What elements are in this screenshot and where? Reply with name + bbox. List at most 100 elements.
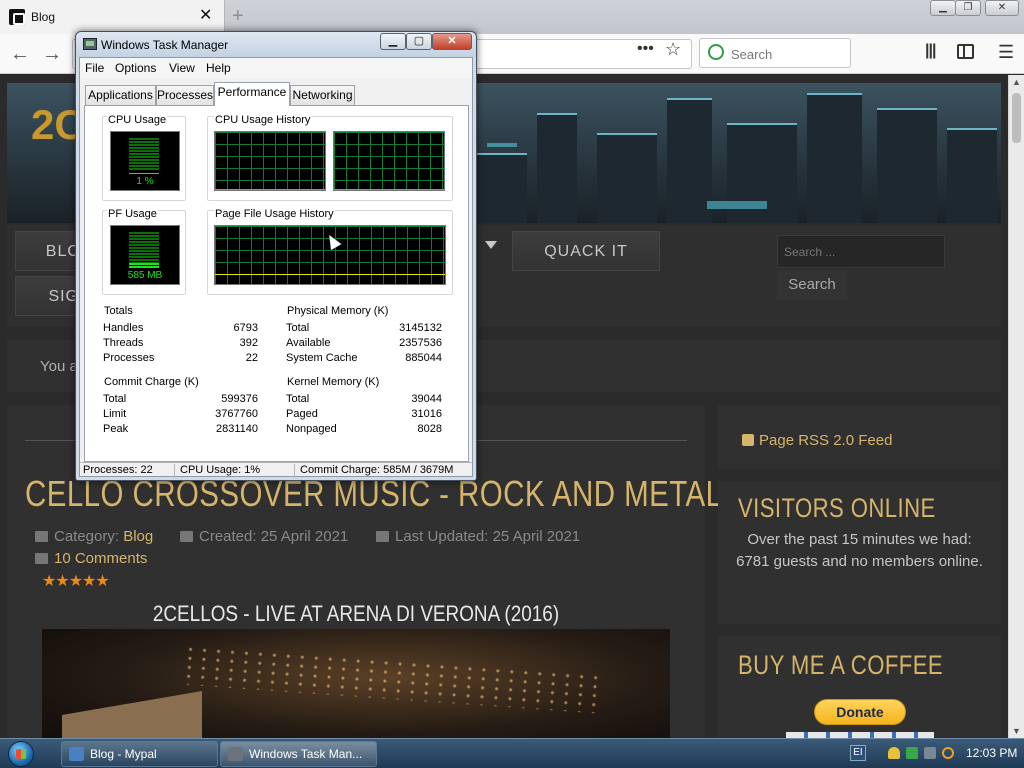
breadcrumb-text: You a: [40, 358, 78, 375]
scrollbar-thumb[interactable]: [1012, 93, 1021, 143]
kernel-row-paged: Paged 31016: [286, 408, 442, 420]
tm-maximize-button[interactable]: ▢: [406, 33, 432, 50]
totals-row-processes: Processes 22: [103, 352, 258, 364]
article-updated: Last Updated: 25 April 2021: [376, 528, 580, 545]
site-favicon-icon: [9, 9, 25, 25]
sidebar-toggle-icon[interactable]: [957, 44, 974, 59]
cpu-usage-fill: [129, 173, 159, 174]
physical-memory-label: Physical Memory (K): [286, 305, 390, 317]
system-clock[interactable]: 12:03 PM: [966, 746, 1017, 760]
task-manager-app-icon: [228, 747, 243, 761]
performance-panel: CPU Usage 1 % CPU Usage History PF Usage…: [84, 105, 469, 462]
cpu-usage-value: 1 %: [136, 176, 154, 187]
forward-arrow-icon[interactable]: →: [42, 42, 62, 66]
rss-icon: [742, 434, 754, 446]
tab-applications[interactable]: Applications: [85, 85, 156, 105]
video-title: 2CELLOS - LIVE AT ARENA DI VERONA (2016): [152, 601, 560, 626]
tm-menu-options[interactable]: Options: [115, 61, 156, 75]
pf-history-group: Page File Usage History: [207, 208, 453, 295]
menu-dropdown-arrow-icon[interactable]: [485, 241, 497, 249]
rating-stars[interactable]: ★★★★★: [42, 571, 110, 591]
kernel-row-nonpaged: Nonpaged 8028: [286, 423, 442, 435]
language-indicator[interactable]: EI: [850, 745, 866, 761]
menu-item-quack-it[interactable]: QUACK IT: [512, 231, 660, 271]
video-player[interactable]: [42, 629, 670, 738]
rss-feed-link[interactable]: Page RSS 2.0 Feed: [742, 432, 892, 449]
category-link[interactable]: Blog: [123, 528, 153, 545]
physical-row-available: Available 2357536: [286, 337, 442, 349]
bookmark-star-icon[interactable]: ☆: [665, 39, 681, 60]
cpu-history-graph-core-2: [333, 131, 445, 191]
browser-maximize-button[interactable]: ❐: [955, 0, 981, 16]
task-manager-titlebar[interactable]: Windows Task Manager ▁ ▢ ✕: [76, 32, 476, 57]
tab-title: Blog: [31, 10, 56, 24]
search-icon: [708, 44, 724, 60]
browser-tab-strip: Blog ✕ + ▁ ❐ ✕: [0, 0, 1024, 34]
page-actions-icon[interactable]: •••: [637, 40, 654, 58]
donate-button[interactable]: Donate: [814, 699, 906, 725]
visitors-title: VISITORS ONLINE: [738, 493, 936, 523]
tm-menu-view[interactable]: View: [169, 61, 195, 75]
pf-usage-label: PF Usage: [107, 208, 158, 220]
tm-minimize-button[interactable]: ▁: [380, 33, 406, 50]
physical-row-total: Total 3145132: [286, 322, 442, 334]
comments-link[interactable]: 10 Comments: [54, 550, 147, 567]
article-comments: 10 Comments: [35, 550, 147, 567]
article-created: Created: 25 April 2021: [180, 528, 348, 545]
physical-memory-group: Physical Memory (K) Total 3145132 Availab…: [285, 305, 453, 368]
task-manager-body: File Options View Help Applications Proc…: [79, 57, 473, 478]
tab-networking[interactable]: Networking: [290, 85, 355, 105]
task-manager-window: Windows Task Manager ▁ ▢ ✕ File Options …: [75, 31, 477, 481]
browser-search-input[interactable]: Search: [699, 38, 851, 68]
tm-status-bar: Processes: 22 CPU Usage: 1% Commit Charg…: [80, 462, 472, 478]
article-category: Category: Blog: [35, 528, 153, 545]
pf-usage-meter: 585 MB: [110, 225, 180, 285]
status-cpu-usage: CPU Usage: 1%: [180, 464, 261, 476]
library-icon[interactable]: |||: [925, 42, 936, 60]
coffee-widget: BUY ME A COFFEE Donate: [718, 636, 1001, 738]
start-button-icon[interactable]: [8, 741, 34, 767]
tab-close-icon[interactable]: ✕: [199, 7, 212, 25]
task-manager-tray-icon[interactable]: [906, 747, 918, 759]
new-tab-button[interactable]: +: [232, 5, 244, 27]
tab-performance[interactable]: Performance: [214, 82, 290, 106]
pf-usage-value: 585 MB: [127, 270, 163, 281]
status-commit-charge: Commit Charge: 585M / 3679M: [300, 464, 454, 476]
created-date: Created: 25 April 2021: [199, 528, 349, 545]
search-tray-icon[interactable]: [942, 747, 954, 759]
totals-label: Totals: [103, 305, 134, 317]
updated-date: Last Updated: 25 April 2021: [395, 528, 581, 545]
browser-close-button[interactable]: ✕: [985, 0, 1019, 16]
tm-close-button[interactable]: ✕: [432, 33, 472, 50]
tab-blog[interactable]: Blog ✕: [0, 0, 225, 34]
security-shield-icon[interactable]: [888, 747, 900, 759]
pf-usage-group: PF Usage 585 MB: [102, 208, 186, 295]
tm-menubar: File Options View Help: [80, 58, 472, 78]
network-icon[interactable]: [924, 747, 936, 759]
windows-taskbar: Blog - Mypal Windows Task Man... EI 12:0…: [0, 738, 1024, 768]
physical-row-system-cache: System Cache 885044: [286, 352, 442, 364]
taskbar-button-task-manager[interactable]: Windows Task Man...: [220, 741, 377, 767]
task-manager-title: Windows Task Manager: [101, 38, 229, 52]
taskbar-button-blog[interactable]: Blog - Mypal: [61, 741, 218, 767]
site-search-button[interactable]: Search: [777, 270, 847, 300]
scroll-down-icon[interactable]: ▼: [1012, 726, 1021, 736]
tm-menu-file[interactable]: File: [85, 61, 104, 75]
scroll-up-icon[interactable]: ▲: [1012, 77, 1021, 87]
hamburger-menu-icon[interactable]: ☰: [998, 42, 1014, 63]
tab-processes[interactable]: Processes: [156, 85, 214, 105]
status-processes: Processes: 22: [83, 464, 153, 476]
cpu-usage-group: CPU Usage 1 %: [102, 114, 186, 201]
calendar-icon: [180, 531, 193, 542]
page-scrollbar[interactable]: ▲ ▼: [1008, 75, 1024, 738]
coffee-title: BUY ME A COFFEE: [738, 650, 944, 680]
commit-row-peak: Peak 2831140: [103, 423, 258, 435]
folder-icon: [35, 531, 48, 542]
browser-minimize-button[interactable]: ▁: [930, 0, 956, 16]
back-arrow-icon[interactable]: ←: [10, 42, 30, 66]
site-search-input[interactable]: Search ...: [777, 235, 945, 268]
commit-charge-label: Commit Charge (K): [103, 376, 200, 388]
category-label: Category:: [54, 528, 120, 545]
tm-menu-help[interactable]: Help: [206, 61, 231, 75]
cpu-history-group: CPU Usage History: [207, 114, 453, 201]
